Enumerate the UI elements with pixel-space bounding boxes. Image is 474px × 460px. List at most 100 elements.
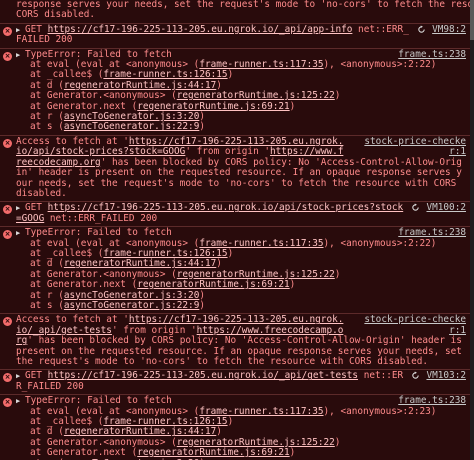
error-circle-icon: × <box>3 317 12 327</box>
stack-frame-prefix: at Generator.next ( <box>30 279 138 291</box>
request-status: net::ERR_FAILED 200 <box>49 212 158 224</box>
stack-frame-prefix: at Generator.next ( <box>30 447 138 459</box>
stack-frame-prefix: at s ( <box>30 121 64 133</box>
stack-frame-prefix: at Generator.<anonymous> ( <box>30 436 177 448</box>
console-message-typeerror: × frame.ts:238 ▶ TypeError: Failed to fetch… <box>0 49 470 136</box>
stack-frame-prefix: at Generator.<anonymous> ( <box>30 268 177 280</box>
stack-frame-suffix: ) <box>334 436 341 448</box>
request-url-link[interactable]: https://cf17-196-225-113-205.eu.ngrok.io… <box>48 370 358 381</box>
message-text: CORS disabled. <box>16 9 96 21</box>
console-panel: response serves your needs, set the requ… <box>0 0 470 460</box>
expand-triangle-icon[interactable]: ▶ <box>16 396 25 406</box>
stack-frame-prefix: at s ( <box>30 299 64 311</box>
error-title: TypeError: Failed to fetch <box>25 395 172 407</box>
stack-frame-link[interactable]: regeneratorRuntime.js:69:21 <box>137 279 289 290</box>
expand-triangle-icon[interactable]: ▶ <box>16 50 25 60</box>
stack-frame-link[interactable]: regeneratorRuntime.js:69:21 <box>137 101 289 112</box>
stack-frame-suffix: ) <box>289 100 296 112</box>
request-method: GET <box>25 370 42 382</box>
reload-icon[interactable] <box>417 25 426 34</box>
stack-frame-link[interactable]: regeneratorRuntime.js:44:17 <box>64 258 216 269</box>
stack-frame-prefix: at d ( <box>30 258 64 270</box>
stack-frame-prefix: at d ( <box>30 426 64 438</box>
error-title: TypeError: Failed to fetch <box>25 48 172 60</box>
stack-frame-prefix: at Generator.<anonymous> ( <box>30 90 177 102</box>
stack-frame-suffix: ) <box>334 90 341 102</box>
stack-frame-link[interactable]: asyncToGenerator.js:22:9 <box>64 121 199 132</box>
scrollbar-thumb[interactable] <box>470 0 474 40</box>
request-line: ▶ GET https://cf17-196-225-113-205.eu.ngr… <box>16 371 466 392</box>
expand-triangle-icon[interactable]: ▶ <box>16 228 25 238</box>
error-circle-icon: × <box>3 138 12 148</box>
source-link[interactable]: VM100:2 <box>426 202 466 213</box>
console-message-get: × VM98:2 ▶ GET https://cf17-196-225-113-205… <box>0 24 470 49</box>
request-method: GET <box>25 23 42 35</box>
scrollbar-track[interactable] <box>470 0 474 460</box>
stack-frame-suffix: ) <box>199 121 205 133</box>
stack-frame-suffix: ), <anonymous>:2:22) <box>323 237 437 249</box>
cors-text-prefix: Access to fetch at ' <box>16 314 129 326</box>
stack-frame-suffix: ) <box>199 111 205 123</box>
stack-frame-link[interactable]: asyncToGenerator.js:3:20 <box>64 290 199 301</box>
stack-frame-suffix: ) <box>289 279 296 291</box>
stack-frame-suffix: ) <box>227 416 234 428</box>
cors-text-origin-prefix: ' from origin ' <box>111 324 197 336</box>
stack-frame-link[interactable]: asyncToGenerator.js:3:20 <box>64 111 199 122</box>
stack-frame-link[interactable]: regeneratorRuntime.js:125:22 <box>177 90 335 101</box>
source-link[interactable]: VM98:2 <box>432 24 466 35</box>
stack-frame-link[interactable]: regeneratorRuntime.js:44:17 <box>64 426 216 437</box>
stack-frame-link[interactable]: frame-runner.ts:117:35 <box>199 406 323 417</box>
stack-frame-suffix: ) <box>216 79 222 91</box>
console-message-get: × VM100:2 ▶ GET https://cf17-196-225-113-20… <box>0 202 470 228</box>
stack-frame: at s (asyncToGenerator.js:22:9) <box>16 299 466 311</box>
stack-frame-suffix: ) <box>216 426 222 438</box>
source-link[interactable]: stock-price-checker:1 <box>354 315 466 336</box>
console-message-cors: × stock-price-checker:1 Access to fetch at… <box>0 135 470 203</box>
stack-frame-suffix: ) <box>334 268 341 280</box>
source-link[interactable]: VM103:2 <box>426 370 466 381</box>
error-circle-icon: × <box>3 205 12 215</box>
stack-frame-prefix: at _callee$ ( <box>30 247 104 259</box>
cors-text-origin-prefix: ' from origin ' <box>185 146 271 158</box>
stack-frame-link[interactable]: regeneratorRuntime.js:125:22 <box>177 269 335 280</box>
reload-icon[interactable] <box>411 203 420 212</box>
stack-frame-link[interactable]: asyncToGenerator.js:22:9 <box>64 300 199 311</box>
cors-url-link-cont[interactable]: tests <box>84 325 112 336</box>
stack-frame-suffix: ) <box>289 447 296 459</box>
request-url-link[interactable]: https://cf17-196-225-113-205.eu.ngrok.io… <box>48 24 353 35</box>
error-circle-icon: × <box>3 398 12 408</box>
stack-frame-prefix: at r ( <box>30 289 64 301</box>
reload-icon[interactable] <box>411 371 420 380</box>
request-line: ▶ GET https://cf17-196-225-113-205.eu.ngr… <box>16 23 466 46</box>
console-message-typeerror: × frame.ts:238 ▶ TypeError: Failed to fetch… <box>0 227 470 315</box>
stack-frame-prefix: at _callee$ ( <box>30 69 104 81</box>
request-line: ▶ GET https://cf17-196-225-113-205.eu.ngr… <box>16 203 466 224</box>
stack-frame-link[interactable]: frame-runner.ts:126:15 <box>103 69 227 80</box>
stack-frame-suffix: ) <box>199 289 205 301</box>
cors-url-link-cont[interactable]: -prices?stock=GOOG <box>84 146 186 157</box>
console-message-get: × VM103:2 ▶ GET https://cf17-196-225-113-20… <box>0 370 470 396</box>
source-link[interactable]: stock-price-checker:1 <box>354 136 466 158</box>
stack-frame-link[interactable]: regeneratorRuntime.js:44:17 <box>64 80 216 91</box>
stack-frame-link[interactable]: frame-runner.ts:126:15 <box>103 416 227 427</box>
error-circle-icon: × <box>3 373 12 383</box>
error-title: TypeError: Failed to fetch <box>25 227 172 239</box>
stack-frame-suffix: ) <box>216 258 222 270</box>
stack-frame-link[interactable]: frame-runner.ts:117:35 <box>199 59 323 70</box>
error-circle-icon: × <box>3 51 12 61</box>
stack-frame-suffix: ), <anonymous>:2:22) <box>323 59 437 71</box>
console-message-typeerror: × frame.ts:238 ▶ TypeError: Failed to fetch… <box>0 395 470 460</box>
stack-frame-prefix: at eval (eval at <anonymous> ( <box>30 237 200 249</box>
stack-frame-link[interactable]: frame-runner.ts:126:15 <box>103 248 227 259</box>
stack-frame-suffix: ) <box>227 247 234 259</box>
cors-text-body: ' has been blocked by CORS policy: No 'A… <box>16 335 468 367</box>
stack-frame-prefix: at Generator.next ( <box>30 100 138 112</box>
cors-text-prefix: Access to fetch at ' <box>16 135 129 147</box>
stack-frame-suffix: ) <box>199 299 205 311</box>
stack-frame-link[interactable]: regeneratorRuntime.js:69:21 <box>137 447 289 458</box>
stack-frame-link[interactable]: frame-runner.ts:117:35 <box>199 238 323 249</box>
stack-frame-link[interactable]: regeneratorRuntime.js:125:22 <box>177 437 335 448</box>
stack-frame-prefix: at d ( <box>30 79 64 91</box>
error-circle-icon: × <box>3 26 12 36</box>
stack-frame-prefix: at r ( <box>30 111 64 123</box>
